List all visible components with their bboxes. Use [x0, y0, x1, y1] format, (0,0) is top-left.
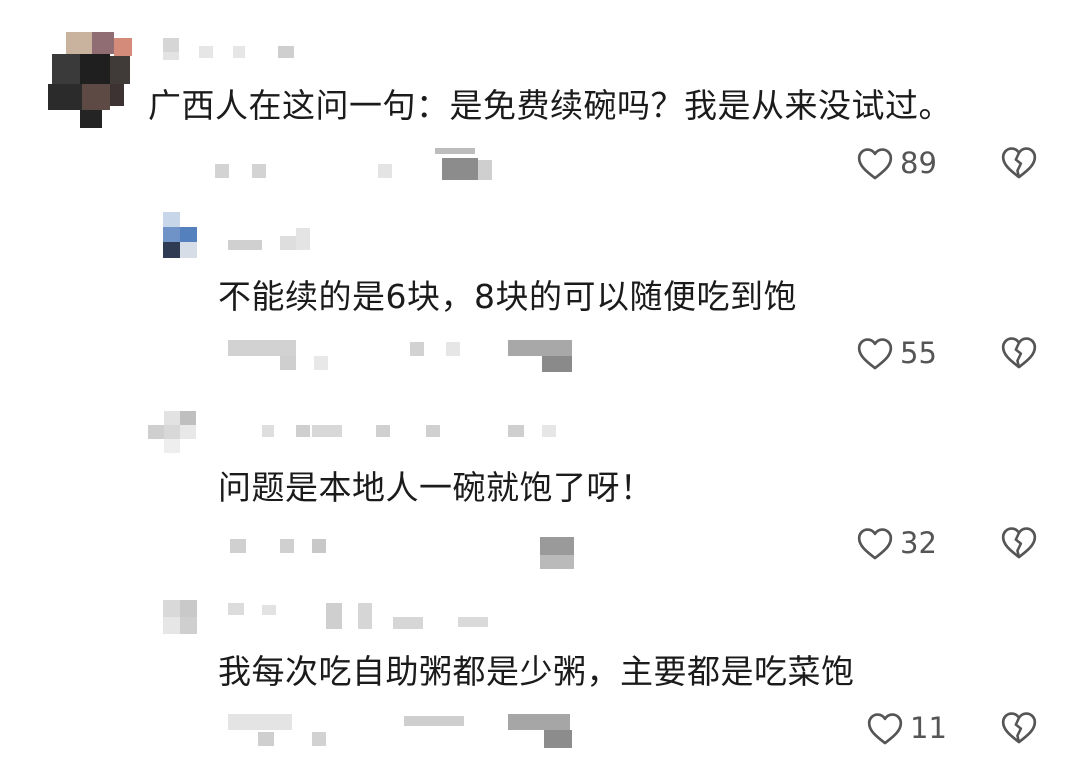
avatar[interactable] — [163, 600, 197, 634]
comment-2: 不能续的是6块，8块的可以随便吃到饱 55 — [0, 195, 1080, 385]
comment-meta-redacted — [228, 533, 578, 569]
comment-text: 我每次吃自助粥都是少粥，主要都是吃菜饱 — [218, 652, 855, 691]
comment-meta-redacted — [210, 148, 500, 180]
avatar[interactable] — [148, 407, 196, 455]
like-count: 11 — [910, 711, 947, 745]
like-button[interactable]: 55 — [856, 335, 937, 371]
comment-4: 我每次吃自助粥都是少粥，主要都是吃菜饱 11 — [0, 580, 1080, 775]
dislike-button[interactable] — [1000, 143, 1038, 185]
username-redacted[interactable] — [163, 38, 303, 60]
like-count: 89 — [900, 146, 937, 180]
broken-heart-icon — [1001, 337, 1037, 369]
comment-meta-redacted — [228, 714, 578, 748]
like-button[interactable]: 11 — [866, 710, 947, 746]
username-redacted[interactable] — [228, 228, 328, 250]
dislike-button[interactable] — [1000, 708, 1038, 750]
comment-meta-redacted — [228, 340, 578, 372]
username-redacted[interactable] — [228, 603, 498, 629]
like-count: 32 — [900, 526, 937, 560]
comment-text: 不能续的是6块，8块的可以随便吃到饱 — [218, 277, 797, 316]
heart-outline-icon — [857, 148, 893, 180]
comment-1: 广西人在这问一句：是免费续碗吗？我是从来没试过。 89 — [0, 0, 1080, 195]
like-button[interactable]: 89 — [856, 145, 937, 181]
avatar[interactable] — [163, 212, 197, 258]
heart-outline-icon — [857, 338, 893, 370]
broken-heart-icon — [1001, 527, 1037, 559]
heart-outline-icon — [867, 713, 903, 745]
comment-text: 问题是本地人一碗就饱了呀！ — [218, 468, 654, 507]
username-redacted[interactable] — [262, 425, 562, 447]
heart-outline-icon — [857, 528, 893, 560]
broken-heart-icon — [1001, 147, 1037, 179]
comment-3: 问题是本地人一碗就饱了呀！ 32 — [0, 385, 1080, 580]
dislike-button[interactable] — [1000, 333, 1038, 375]
like-button[interactable]: 32 — [856, 525, 937, 561]
like-count: 55 — [900, 336, 937, 370]
avatar[interactable] — [48, 28, 132, 128]
dislike-button[interactable] — [1000, 523, 1038, 565]
comment-text: 广西人在这问一句：是免费续碗吗？我是从来没试过。 — [148, 86, 952, 125]
broken-heart-icon — [1001, 712, 1037, 744]
